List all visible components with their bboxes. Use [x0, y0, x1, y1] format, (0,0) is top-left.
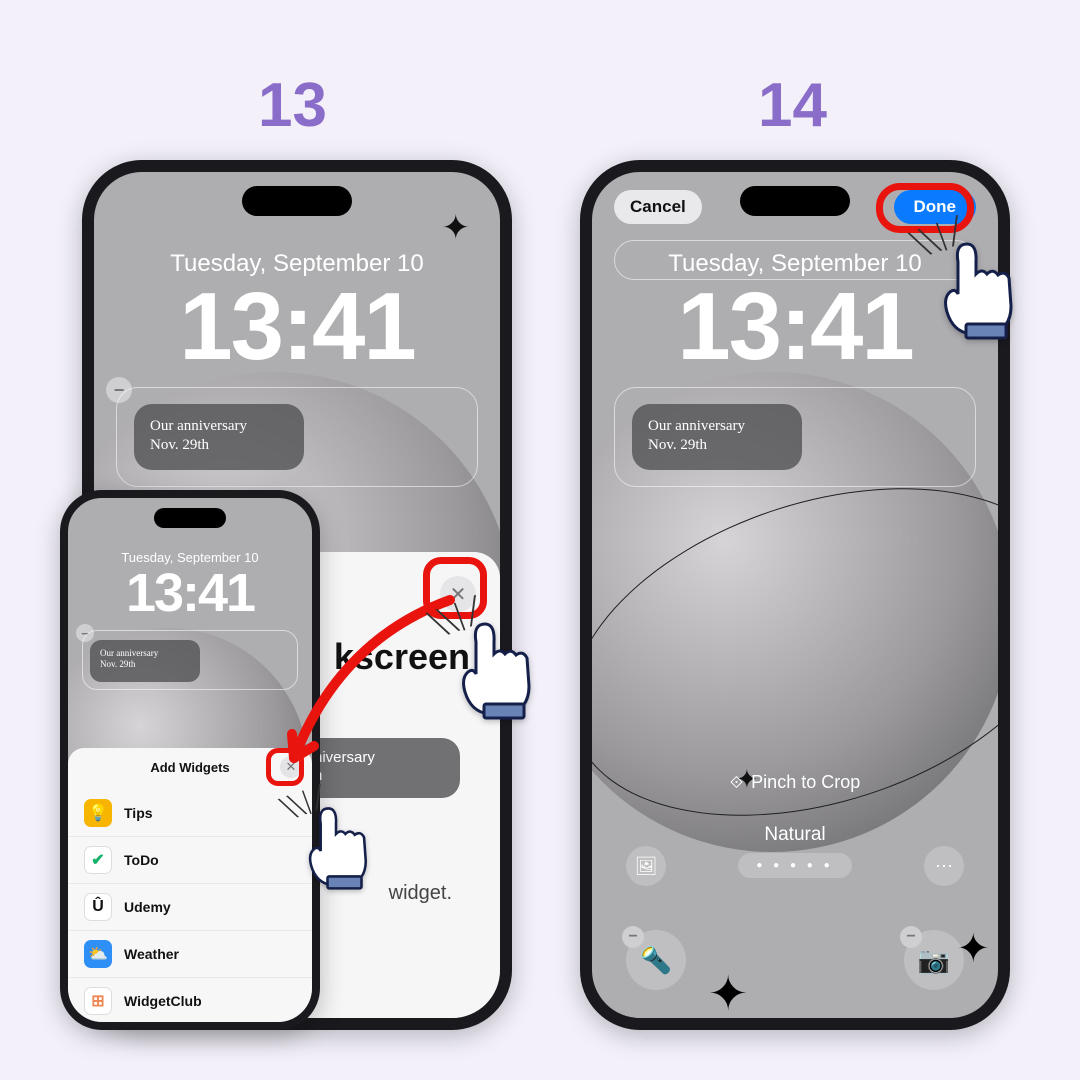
crop-text: Pinch to Crop [751, 772, 860, 792]
highlight-close-panel [423, 557, 487, 619]
dynamic-island [154, 508, 226, 528]
anniversary-widget[interactable]: Our anniversary Nov. 29th [90, 640, 200, 682]
panel-headline: kscreen [334, 636, 470, 678]
step-number-14: 14 [758, 70, 827, 141]
widget-line2: Nov. 29th [150, 436, 288, 455]
pager-dots: ● ● ● ● ● [738, 853, 851, 878]
pinch-to-crop-label: ⟐ Pinch to Crop [592, 772, 998, 793]
lockscreen-time: 13:41 [592, 272, 998, 382]
sparkle-icon: ✦ [708, 966, 748, 1022]
photos-picker-button[interactable]: 🖼 [626, 846, 666, 886]
highlight-close-sheet [266, 748, 304, 786]
crop-icon: ⟐ [730, 773, 743, 793]
widget-line1: Our anniversary [150, 417, 288, 436]
widget-line2: Nov. 29th [100, 659, 190, 670]
widget-app-row[interactable]: 💡 Tips [68, 790, 312, 836]
flashlight-button[interactable]: −🔦 [626, 930, 686, 990]
step-number-13: 13 [258, 70, 327, 141]
lockscreen-time: 13:41 [68, 562, 312, 624]
app-name: ToDo [124, 852, 159, 868]
app-name: Udemy [124, 899, 171, 915]
panel-demo-line1: niversary [314, 749, 375, 766]
panel-hint: widget. [389, 882, 452, 905]
widget-app-row[interactable]: ✔ ToDo [68, 836, 312, 883]
app-name: Tips [124, 805, 153, 821]
app-name: WidgetClub [124, 993, 202, 1009]
widget-line1: Our anniversary [648, 417, 786, 436]
filter-label: Natural [592, 824, 998, 846]
widget-line1: Our anniversary [100, 648, 190, 659]
sparkle-icon: ✦ [442, 208, 471, 248]
app-icon: Û [84, 893, 112, 921]
widget-app-row[interactable]: Û Udemy [68, 883, 312, 930]
add-widgets-sheet: Add Widgets ✕ 💡Tips✔ToDoÛUdemy⛅Weather⊞W… [68, 748, 312, 1022]
camera-button[interactable]: −📷 [904, 930, 964, 990]
phone-step14: ✦ ✦ ✦ Cancel Done Tuesday, September 10 … [580, 160, 1010, 1030]
highlight-done-button [876, 183, 974, 233]
app-name: Weather [124, 946, 179, 962]
widget-line2: Nov. 29th [648, 436, 786, 455]
anniversary-widget[interactable]: Our anniversary Nov. 29th [134, 404, 304, 470]
cancel-button[interactable]: Cancel [614, 190, 702, 224]
remove-badge[interactable]: − [900, 926, 922, 948]
dynamic-island [242, 186, 352, 216]
widget-app-row[interactable]: ◎メルカリ [68, 1024, 312, 1030]
remove-badge[interactable]: − [622, 926, 644, 948]
widget-app-list: 💡 Tips ✔ ToDo Û Udemy ⛅ Weather ⊞ WidgetClub ◎メルカリ [68, 790, 312, 1030]
app-icon: ⛅ [84, 940, 112, 968]
lockscreen-time: 13:41 [94, 272, 500, 382]
dynamic-island [740, 186, 850, 216]
app-icon: 💡 [84, 799, 112, 827]
app-icon: ✔ [84, 846, 112, 874]
widget-app-row[interactable]: ⊞ WidgetClub [68, 977, 312, 1024]
more-options-button[interactable]: ⋯ [924, 846, 964, 886]
panel-demo-widget: niversary h [300, 738, 460, 798]
widget-app-row[interactable]: ⛅ Weather [68, 930, 312, 977]
app-icon: ⊞ [84, 987, 112, 1015]
anniversary-widget[interactable]: Our anniversary Nov. 29th [632, 404, 802, 470]
